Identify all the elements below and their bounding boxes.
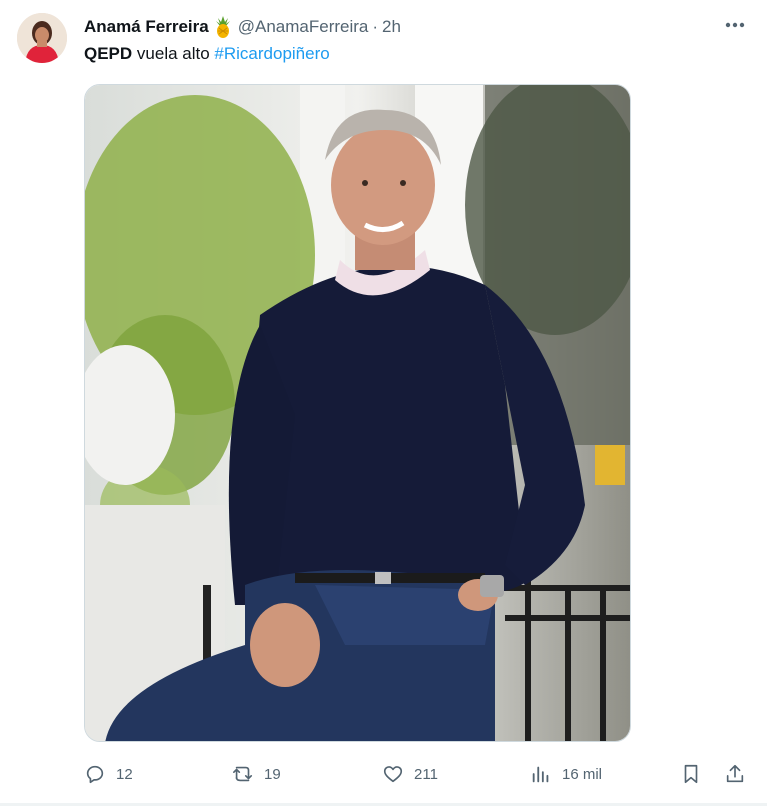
like-count: 211 xyxy=(414,765,438,783)
views-chart-icon xyxy=(532,766,549,783)
like-button[interactable]: 211 xyxy=(382,760,438,788)
author-handle[interactable]: @AnamaFerreira xyxy=(238,17,369,37)
views-count: 16 mil xyxy=(562,765,603,783)
avatar-image xyxy=(17,13,67,63)
reply-icon xyxy=(86,765,104,784)
share-icon xyxy=(726,764,744,783)
views-button[interactable]: 16 mil xyxy=(530,760,602,788)
share-button[interactable] xyxy=(724,760,746,788)
pineapple-emoji-icon xyxy=(214,16,232,38)
tweet-action-bar: 12 19 211 16 mil xyxy=(84,760,754,788)
bookmark-button[interactable] xyxy=(680,760,702,788)
tweet-header: Anamá Ferreira @AnamaFerreira · 2h xyxy=(84,15,401,39)
more-dots-icon xyxy=(725,22,745,28)
retweet-count: 19 xyxy=(264,765,281,783)
tweet-time[interactable]: 2h xyxy=(382,17,401,37)
retweet-button[interactable]: 19 xyxy=(232,760,281,788)
tweet-text: QEPD vuela alto #Ricardopiñero xyxy=(84,44,330,64)
bookmark-icon xyxy=(684,764,698,784)
tweet-text-plain: vuela alto xyxy=(132,44,215,63)
separator-dot: · xyxy=(372,17,379,36)
hashtag-link[interactable]: #Ricardopiñero xyxy=(214,44,329,63)
more-options-button[interactable] xyxy=(718,12,752,38)
author-avatar[interactable] xyxy=(17,13,67,63)
reply-button[interactable]: 12 xyxy=(84,760,133,788)
author-name[interactable]: Anamá Ferreira xyxy=(84,17,209,37)
tweet-text-bold: QEPD xyxy=(84,44,133,63)
photo-man-sitting xyxy=(85,85,630,741)
heart-icon xyxy=(383,766,403,783)
reply-count: 12 xyxy=(116,765,133,783)
tweet-photo[interactable] xyxy=(84,84,631,742)
retweet-icon xyxy=(233,766,253,782)
